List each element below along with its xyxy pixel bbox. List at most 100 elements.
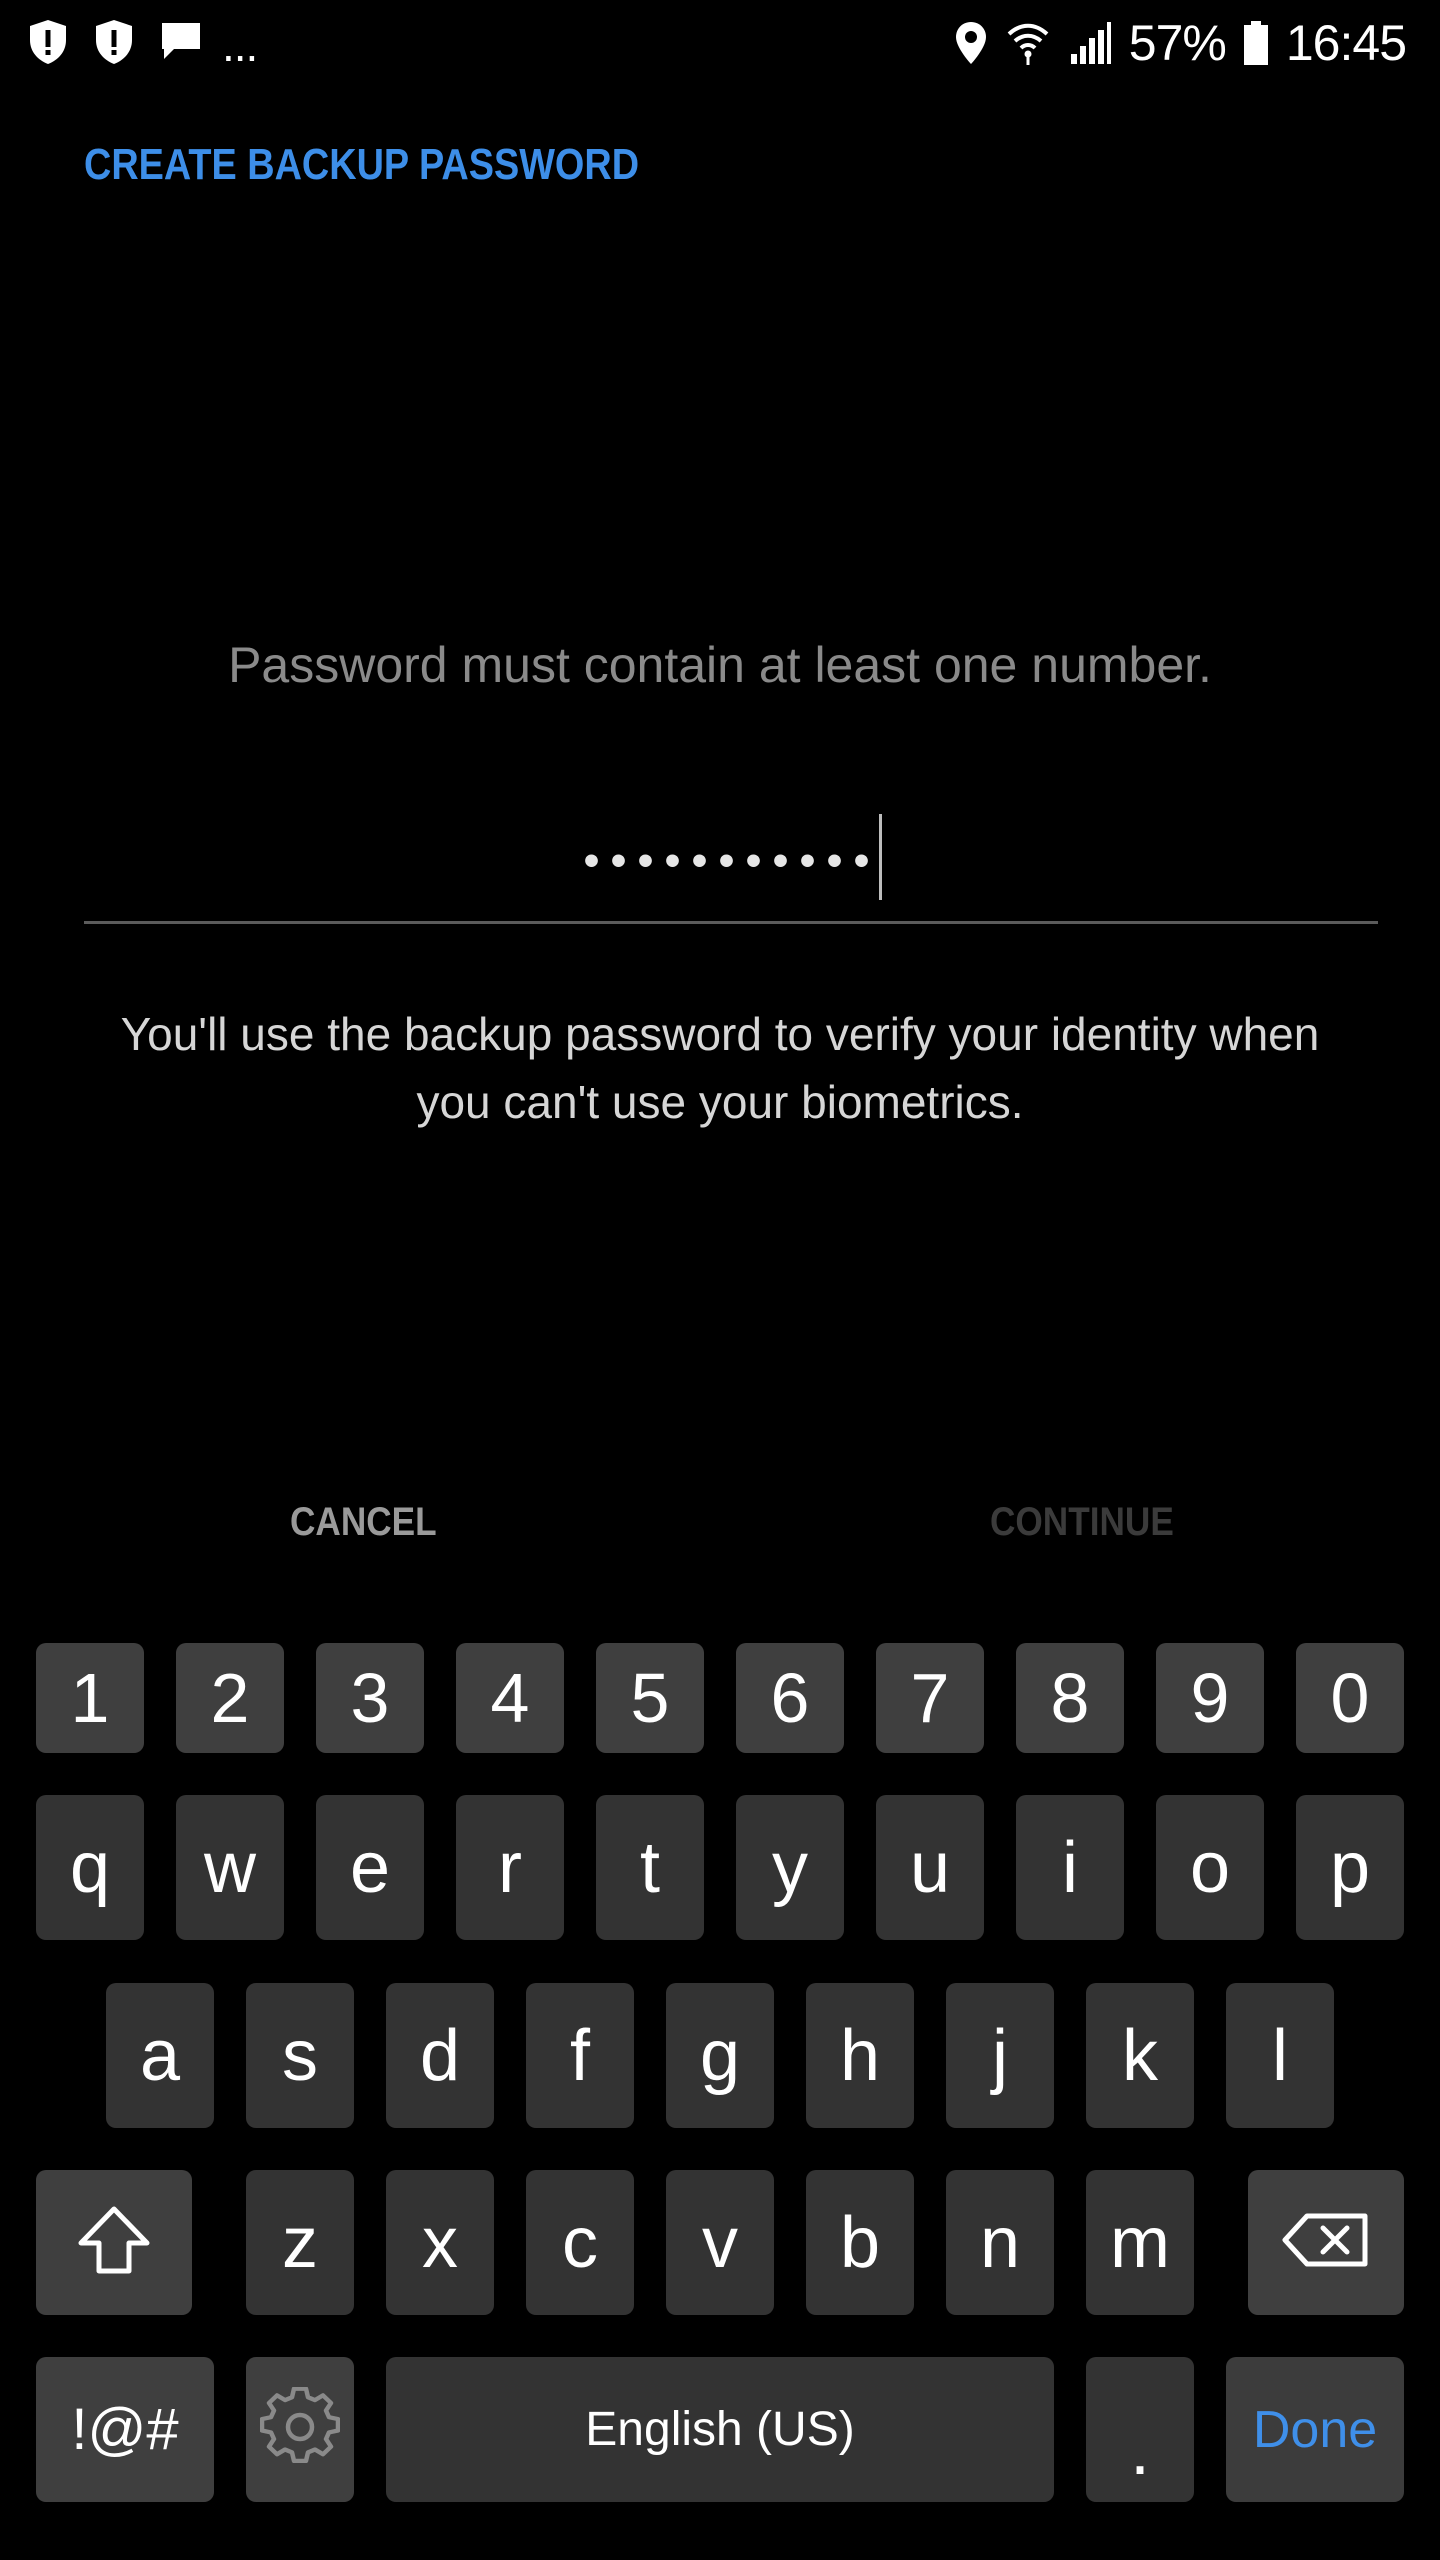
key-i[interactable]: i — [1016, 1795, 1124, 1940]
key-l[interactable]: l — [1226, 1983, 1334, 2128]
key-8[interactable]: 8 — [1016, 1643, 1124, 1753]
key-label: English (US) — [585, 2402, 855, 2456]
key-g[interactable]: g — [666, 1983, 774, 2128]
key-label: 0 — [1330, 1659, 1370, 1737]
key-d[interactable]: d — [386, 1983, 494, 2128]
key-h[interactable]: h — [806, 1983, 914, 2128]
key-label: z — [282, 2202, 318, 2283]
text-caret — [879, 814, 883, 900]
key-label: . — [1129, 2409, 1150, 2490]
key-p[interactable]: p — [1296, 1795, 1404, 1940]
password-field-value-container: ••••••••••• — [84, 814, 1378, 900]
key-label: l — [1272, 2015, 1288, 2096]
key-label: 7 — [910, 1659, 950, 1737]
key-o[interactable]: o — [1156, 1795, 1264, 1940]
shield-alert-icon — [92, 18, 136, 66]
key-s[interactable]: s — [246, 1983, 354, 2128]
key-label: !@# — [71, 2396, 179, 2462]
key-e[interactable]: e — [316, 1795, 424, 1940]
key-label: 5 — [630, 1659, 670, 1737]
key-9[interactable]: 9 — [1156, 1643, 1264, 1753]
key-r[interactable]: r — [456, 1795, 564, 1940]
key-5[interactable]: 5 — [596, 1643, 704, 1753]
space-key[interactable]: English (US) — [386, 2357, 1054, 2502]
key-label: 4 — [490, 1659, 530, 1737]
key-z[interactable]: z — [246, 2170, 354, 2315]
backspace-icon — [1281, 2212, 1371, 2273]
key-a[interactable]: a — [106, 1983, 214, 2128]
key-x[interactable]: x — [386, 2170, 494, 2315]
key-label: s — [282, 2015, 318, 2096]
key-label: i — [1062, 1827, 1078, 1908]
dialog-title: CREATE BACKUP PASSWORD — [84, 140, 640, 189]
key-label: r — [498, 1827, 522, 1908]
description-line-1: You'll use the backup password to verify… — [120, 1008, 1320, 1060]
key-w[interactable]: w — [176, 1795, 284, 1940]
key-1[interactable]: 1 — [36, 1643, 144, 1753]
key-label: a — [139, 2015, 181, 2096]
shift-key[interactable] — [36, 2170, 192, 2315]
key-label: y — [772, 1827, 808, 1908]
continue-button[interactable]: CONTINUE — [990, 1500, 1174, 1545]
key-7[interactable]: 7 — [876, 1643, 984, 1753]
backspace-key[interactable] — [1248, 2170, 1404, 2315]
key-label: m — [1110, 2202, 1170, 2283]
key-4[interactable]: 4 — [456, 1643, 564, 1753]
key-f[interactable]: f — [526, 1983, 634, 2128]
symbols-key[interactable]: !@# — [36, 2357, 214, 2502]
gear-icon — [259, 2386, 341, 2472]
key-label: 1 — [70, 1659, 110, 1737]
password-field[interactable]: ••••••••••• — [84, 806, 1378, 926]
key-2[interactable]: 2 — [176, 1643, 284, 1753]
key-v[interactable]: v — [666, 2170, 774, 2315]
status-overflow-indicator: ... — [222, 19, 258, 71]
key-n[interactable]: n — [946, 2170, 1054, 2315]
shield-alert-icon — [26, 18, 70, 66]
key-b[interactable]: b — [806, 2170, 914, 2315]
key-y[interactable]: y — [736, 1795, 844, 1940]
key-label: t — [639, 1827, 660, 1908]
key-label: 9 — [1190, 1659, 1230, 1737]
battery-percentage: 57% — [1128, 15, 1227, 71]
cancel-button[interactable]: CANCEL — [290, 1500, 437, 1545]
key-label: q — [69, 1827, 111, 1908]
key-label: e — [349, 1827, 391, 1908]
key-6[interactable]: 6 — [736, 1643, 844, 1753]
key-0[interactable]: 0 — [1296, 1643, 1404, 1753]
cell-signal-icon — [1067, 20, 1113, 66]
description-line-2: you can't use your biometrics. — [416, 1076, 1024, 1128]
location-pin-icon — [953, 20, 989, 66]
chat-message-icon — [158, 19, 204, 65]
key-label: u — [909, 1827, 951, 1908]
key-label: c — [562, 2202, 598, 2283]
key-label: j — [992, 2015, 1008, 2096]
key-label: 6 — [770, 1659, 810, 1737]
key-t[interactable]: t — [596, 1795, 704, 1940]
key-label: k — [1122, 2015, 1158, 2096]
status-bar-left: ... — [26, 16, 258, 71]
key-label: d — [419, 2015, 461, 2096]
key-label: o — [1189, 1827, 1231, 1908]
password-masked-value: ••••••••••• — [579, 842, 878, 883]
soft-keyboard: 1 2 3 4 5 6 7 8 9 0 q w e r t y u i o p … — [0, 1610, 1440, 2560]
key-label: w — [204, 1827, 256, 1908]
key-label: g — [699, 2015, 741, 2096]
password-field-underline — [84, 921, 1378, 924]
period-key[interactable]: . — [1086, 2357, 1194, 2502]
key-k[interactable]: k — [1086, 1983, 1194, 2128]
key-j[interactable]: j — [946, 1983, 1054, 2128]
status-bar: ... 57% 16:45 — [0, 0, 1440, 86]
key-label: x — [422, 2202, 458, 2283]
wifi-icon — [1005, 20, 1051, 66]
key-label: v — [702, 2202, 738, 2283]
keyboard-settings-key[interactable] — [246, 2357, 354, 2502]
clock-time: 16:45 — [1285, 15, 1407, 71]
key-c[interactable]: c — [526, 2170, 634, 2315]
key-m[interactable]: m — [1086, 2170, 1194, 2315]
key-q[interactable]: q — [36, 1795, 144, 1940]
key-3[interactable]: 3 — [316, 1643, 424, 1753]
backup-password-description: You'll use the backup password to verify… — [60, 1000, 1380, 1136]
key-u[interactable]: u — [876, 1795, 984, 1940]
done-key[interactable]: Done — [1226, 2357, 1404, 2502]
key-label: Done — [1252, 2400, 1378, 2459]
